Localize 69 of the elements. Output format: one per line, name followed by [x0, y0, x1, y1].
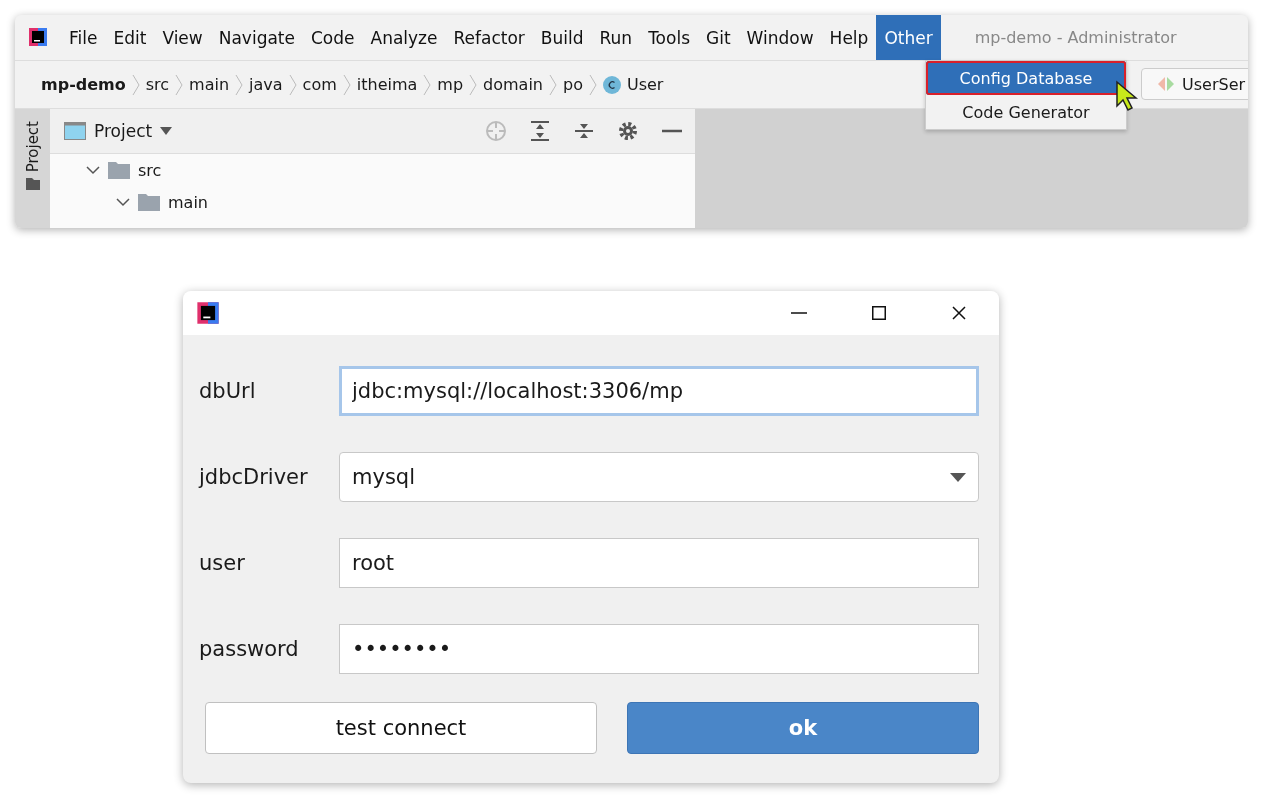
breadcrumb[interactable]: mp	[431, 75, 470, 94]
minimize-icon	[791, 312, 807, 314]
maximize-icon	[872, 306, 886, 320]
menu-item[interactable]: Analyze	[362, 15, 446, 60]
breadcrumb[interactable]: com	[296, 75, 343, 94]
chevron-separator-icon	[131, 73, 140, 96]
ok-button[interactable]: ok	[627, 702, 979, 754]
menu-item[interactable]: Code Generator	[926, 95, 1126, 129]
app-logo-icon	[27, 26, 49, 48]
field-label: jdbcDriver	[199, 465, 309, 489]
tree-item[interactable]: main	[168, 192, 208, 212]
chevron-down-icon[interactable]	[116, 197, 130, 207]
window-icon	[64, 122, 86, 140]
folder-icon	[25, 178, 40, 191]
editor-tab[interactable]: UserSer	[1141, 68, 1248, 100]
expand-all-icon[interactable]	[529, 120, 551, 142]
side-tab[interactable]: Project	[15, 109, 50, 228]
menu-item[interactable]: Config Database	[926, 61, 1126, 95]
chevron-separator-icon	[235, 73, 244, 96]
chevron-down-icon[interactable]	[86, 165, 100, 175]
menu-item[interactable]: Help	[821, 15, 877, 60]
breadcrumb[interactable]: java	[243, 75, 289, 94]
window-title: mp-demo - Administrator	[974, 27, 1177, 49]
diff-arrows-icon	[1158, 77, 1174, 91]
breadcrumb[interactable]: User	[596, 75, 670, 94]
menu-item[interactable]: File	[61, 15, 106, 60]
folder-icon	[108, 161, 130, 179]
chevron-separator-icon	[469, 73, 478, 96]
menu-item[interactable]: Build	[532, 15, 592, 60]
input-field[interactable]: ••••••••	[339, 624, 979, 674]
chevron-separator-icon	[175, 73, 184, 96]
select-field[interactable]: mysql	[339, 452, 979, 502]
field-label: user	[199, 551, 246, 575]
breadcrumb[interactable]: src	[139, 75, 176, 94]
chevron-separator-icon	[588, 73, 597, 96]
menu-item[interactable]: Tools	[640, 15, 698, 60]
menu-item[interactable]: Edit	[105, 15, 155, 60]
breadcrumb[interactable]: main	[183, 75, 236, 94]
breadcrumb[interactable]: po	[557, 75, 589, 94]
breadcrumb[interactable]: domain	[477, 75, 549, 94]
breadcrumb[interactable]: mp-demo	[35, 75, 132, 94]
breadcrumb[interactable]: itheima	[350, 75, 424, 94]
menu-item[interactable]: Window	[738, 15, 822, 60]
menu-item[interactable]: Other	[876, 15, 941, 60]
tree-item[interactable]: src	[138, 160, 162, 180]
dropdown-caret-icon	[950, 472, 966, 482]
input-field[interactable]: jdbc:mysql://localhost:3306/mp	[339, 366, 979, 416]
input-field[interactable]: root	[339, 538, 979, 588]
app-logo-icon	[195, 300, 221, 326]
field-label: dbUrl	[199, 379, 257, 403]
chevron-separator-icon	[342, 73, 351, 96]
folder-icon	[138, 193, 160, 211]
close-icon	[952, 306, 966, 320]
chevron-separator-icon	[549, 73, 557, 96]
dropdown-caret-icon[interactable]	[160, 127, 173, 135]
settings-icon[interactable]	[617, 120, 639, 142]
chevron-separator-icon	[288, 73, 297, 96]
menu-item[interactable]: View	[154, 15, 211, 60]
menu-item[interactable]: Navigate	[210, 15, 303, 60]
menu-item[interactable]: Code	[303, 15, 363, 60]
menu-item[interactable]: Refactor	[445, 15, 533, 60]
test-connect-button[interactable]: test connect	[205, 702, 597, 754]
panel-title[interactable]: Project	[94, 121, 153, 141]
cursor-icon	[1115, 80, 1139, 112]
menu-item[interactable]: Git	[698, 15, 739, 60]
chevron-separator-icon	[423, 73, 432, 96]
menu-item[interactable]: Run	[591, 15, 641, 60]
class-icon	[602, 75, 621, 94]
field-label: password	[199, 637, 300, 661]
